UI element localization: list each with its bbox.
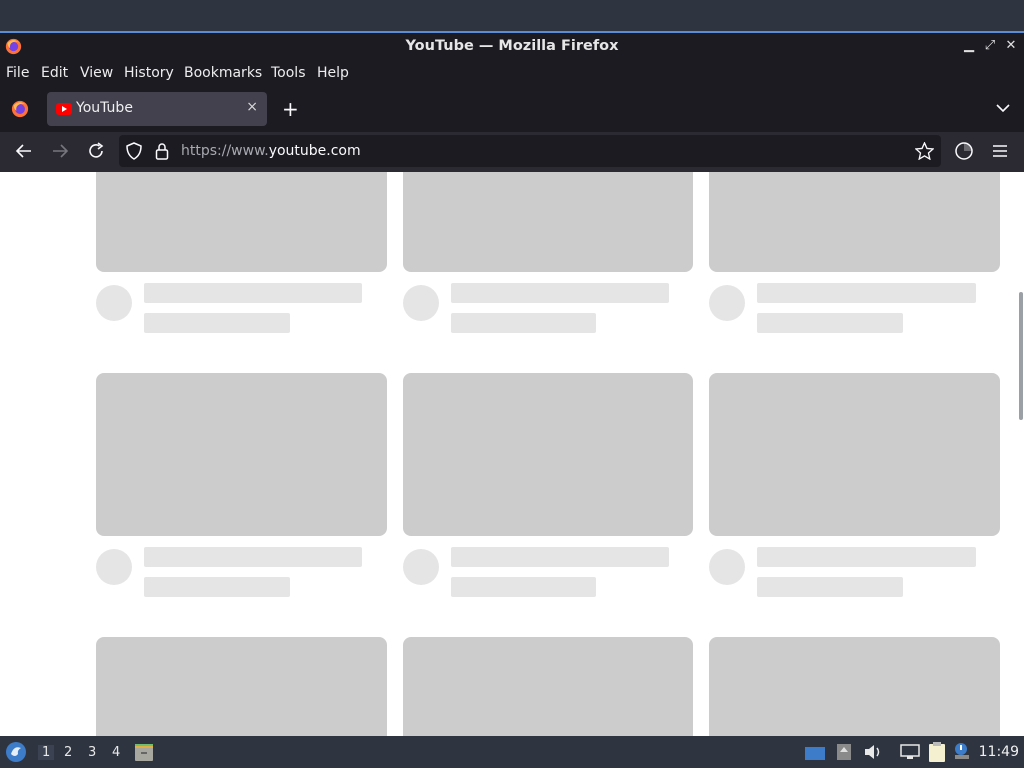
video-meta-placeholder (757, 577, 903, 597)
menu-help[interactable]: Help (317, 65, 349, 81)
channel-avatar-placeholder (709, 549, 745, 585)
workspace-1[interactable]: 1 (38, 745, 55, 760)
video-title-placeholder (144, 547, 362, 567)
firefox-account-icon[interactable] (954, 141, 974, 161)
workspace-3[interactable]: 3 (88, 745, 96, 760)
minimize-button[interactable]: ▁ (960, 37, 978, 55)
back-icon[interactable] (15, 143, 33, 159)
video-thumbnail-placeholder[interactable] (403, 172, 693, 272)
video-thumbnail-placeholder[interactable] (96, 373, 387, 536)
video-meta-placeholder (144, 577, 290, 597)
desktop-taskbar: 1 2 3 4 11:49 (0, 736, 1024, 768)
forward-icon[interactable] (51, 143, 69, 159)
volume-icon[interactable] (864, 744, 882, 760)
tracking-protection-shield-icon[interactable] (126, 142, 142, 160)
menu-file[interactable]: File (6, 65, 29, 81)
video-title-placeholder (757, 547, 976, 567)
menu-tools[interactable]: Tools (271, 65, 306, 81)
menu-bar: File Edit View History Bookmarks Tools H… (0, 60, 1024, 86)
channel-avatar-placeholder (96, 549, 132, 585)
youtube-favicon-icon (56, 103, 72, 115)
updates-tray-icon[interactable] (836, 743, 852, 761)
channel-avatar-placeholder (403, 549, 439, 585)
menu-bookmarks[interactable]: Bookmarks (184, 65, 262, 81)
window-title: YouTube — Mozilla Firefox (405, 38, 619, 54)
list-all-tabs-icon[interactable] (996, 103, 1010, 113)
tab-youtube[interactable]: YouTube × (47, 92, 267, 126)
lock-icon[interactable] (155, 142, 169, 160)
video-thumbnail-placeholder[interactable] (403, 373, 693, 536)
url-domain: youtube.com (268, 143, 361, 159)
clipboard-icon[interactable] (927, 741, 947, 763)
display-tray-icon[interactable] (805, 745, 825, 761)
video-thumbnail-placeholder[interactable] (403, 637, 693, 736)
video-meta-placeholder (451, 313, 596, 333)
workspace-2[interactable]: 2 (64, 745, 72, 760)
new-tab-button[interactable]: + (282, 97, 299, 121)
channel-avatar-placeholder (96, 285, 132, 321)
video-thumbnail-placeholder[interactable] (709, 172, 1000, 272)
video-meta-placeholder (144, 313, 290, 333)
video-meta-placeholder (451, 577, 596, 597)
menu-history[interactable]: History (124, 65, 174, 81)
desktop-top-panel (0, 0, 1024, 33)
video-thumbnail-placeholder[interactable] (96, 637, 387, 736)
youtube-page-content[interactable] (0, 172, 1024, 736)
video-thumbnail-placeholder[interactable] (709, 637, 1000, 736)
close-tab-button[interactable]: × (246, 99, 258, 115)
clock[interactable]: 11:49 (979, 744, 1019, 760)
close-window-button[interactable]: ✕ (1002, 37, 1020, 55)
video-title-placeholder (451, 283, 669, 303)
url-text[interactable]: https://www.youtube.com (181, 143, 361, 159)
network-icon[interactable] (900, 744, 920, 760)
video-thumbnail-placeholder[interactable] (96, 172, 387, 272)
maximize-button[interactable]: ⤢ (981, 37, 999, 55)
video-title-placeholder (144, 283, 362, 303)
page-scrollbar[interactable] (1019, 292, 1023, 420)
video-title-placeholder (757, 283, 976, 303)
url-prefix: https://www. (181, 143, 269, 159)
menu-view[interactable]: View (80, 65, 113, 81)
window-titlebar: YouTube — Mozilla Firefox ▁ ⤢ ✕ (0, 33, 1024, 60)
tab-label: YouTube (76, 100, 133, 116)
app-menu-hamburger-icon[interactable] (992, 144, 1008, 158)
start-menu-icon[interactable] (5, 741, 27, 763)
firefox-view-icon[interactable] (11, 100, 29, 118)
bookmark-star-icon[interactable] (915, 142, 934, 160)
video-title-placeholder (451, 547, 669, 567)
video-thumbnail-placeholder[interactable] (709, 373, 1000, 536)
file-manager-icon[interactable] (134, 742, 154, 762)
notification-icon[interactable] (953, 742, 971, 760)
channel-avatar-placeholder (709, 285, 745, 321)
workspace-4[interactable]: 4 (112, 745, 120, 760)
menu-edit[interactable]: Edit (41, 65, 68, 81)
channel-avatar-placeholder (403, 285, 439, 321)
video-meta-placeholder (757, 313, 903, 333)
reload-icon[interactable] (87, 142, 105, 160)
